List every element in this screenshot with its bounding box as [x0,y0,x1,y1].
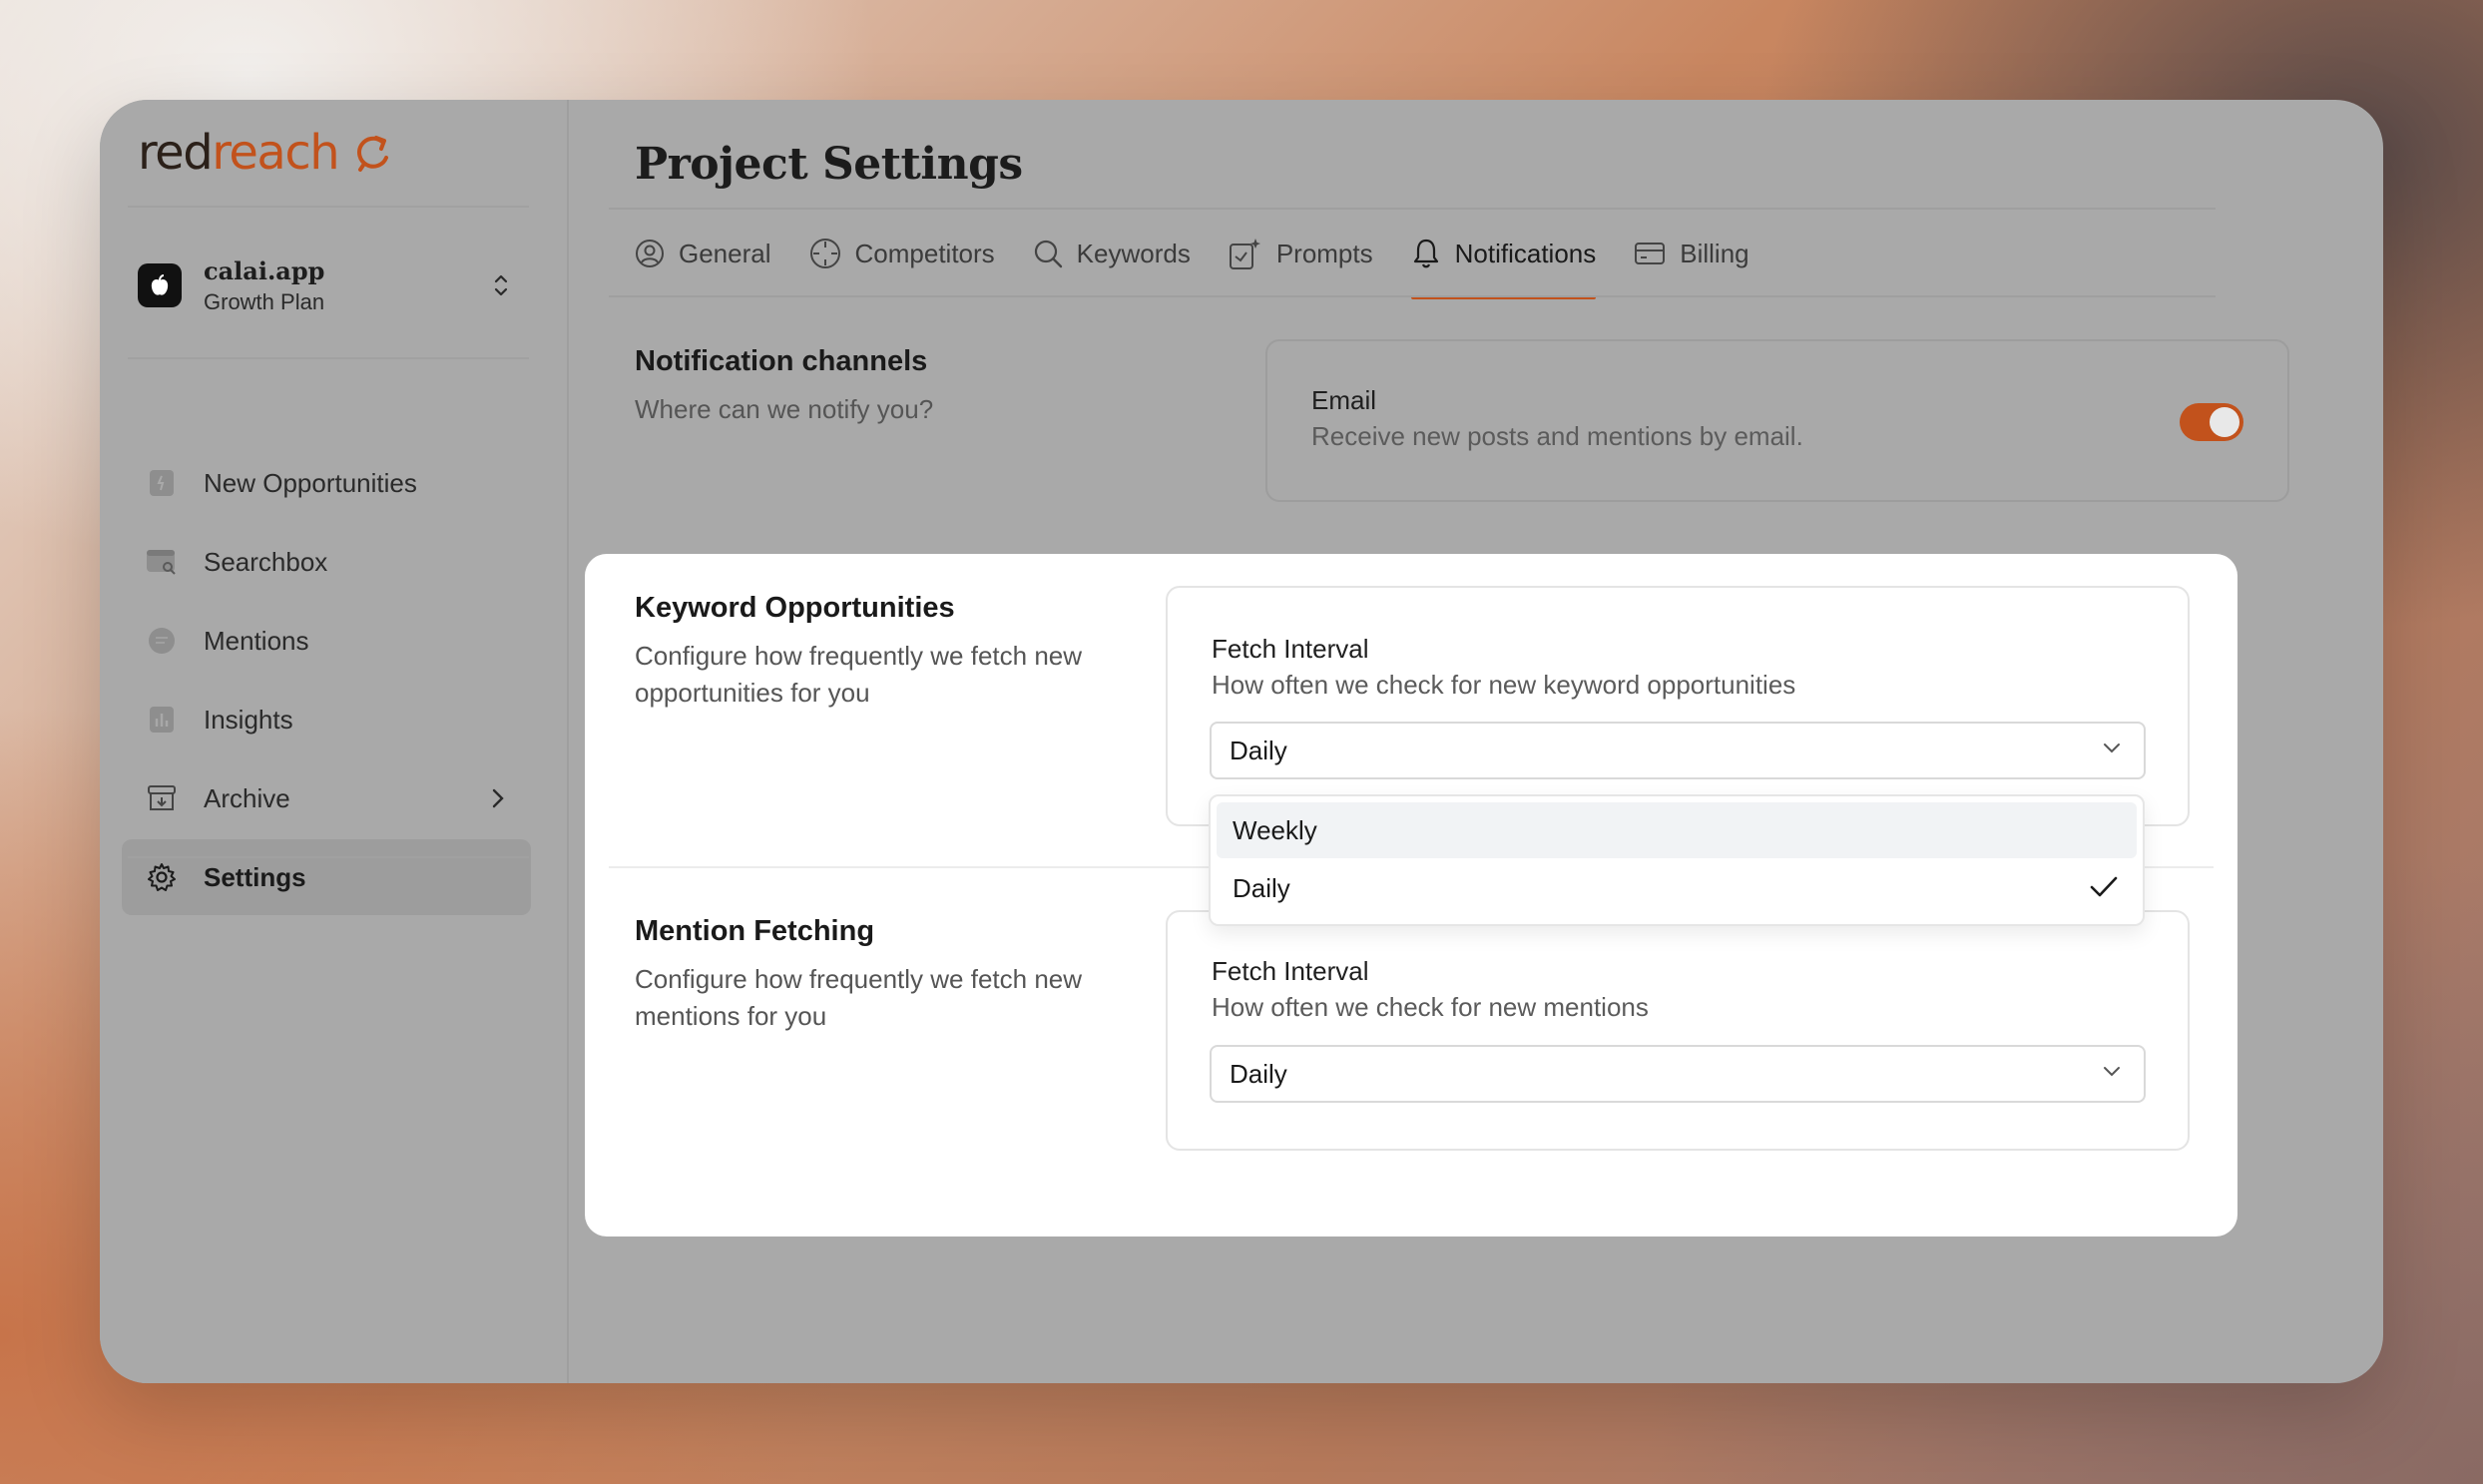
insights-icon [146,704,178,736]
project-switcher[interactable]: calai.app Growth Plan [138,246,531,325]
tab-competitors[interactable]: Competitors [809,210,995,297]
mentions-icon [146,625,178,657]
section-desc-keyword-opportunities: Configure how frequently we fetch new op… [635,641,1083,708]
tab-prompts[interactable]: Prompts [1229,210,1373,297]
sidebar-item-label: Searchbox [204,546,328,577]
check-icon [2090,876,2118,897]
tab-label: Prompts [1275,238,1373,268]
new-opportunities-icon [146,467,178,499]
project-name: calai.app [204,255,325,285]
option-label: Weekly [1233,814,1317,845]
tab-label: General [679,238,771,268]
tabs-divider [609,295,2216,297]
mention-fetch-label: Fetch Interval [1212,956,1369,986]
tab-general[interactable]: General [635,210,771,297]
tab-label: Billing [1680,238,1749,268]
section-title-mention-fetching: Mention Fetching [635,915,875,947]
keyword-fetch-card: Fetch Interval How often we check for ne… [1166,586,2190,826]
apple-icon [151,274,169,295]
tab-label: Keywords [1076,238,1191,268]
sidebar-item-insights[interactable]: Insights [122,682,531,757]
email-label: Email [1311,385,1377,415]
keyword-fetch-label: Fetch Interval [1212,634,1369,664]
sidebar-nav: New Opportunities Searchbox Mentions Ins… [122,445,531,918]
user-circle-icon [636,240,664,267]
sidebar-item-archive[interactable]: Archive [122,760,531,836]
keyword-fetch-interval-select[interactable]: Daily [1210,722,2146,779]
sidebar-divider [128,856,529,858]
project-plan: Growth Plan [204,288,325,314]
keyword-fetch-desc: How often we check for new keyword oppor… [1212,670,1796,700]
dropdown-option-daily[interactable]: Daily [1217,860,2137,916]
dropdown-option-weekly[interactable]: Weekly [1217,802,2137,858]
toggle-knob [2210,407,2239,437]
project-avatar [138,263,182,307]
tab-notifications[interactable]: Notifications [1410,210,1597,299]
settings-tabs: General Competitors Keywords Prompts Not… [635,210,1787,299]
credit-card-icon [1635,243,1666,264]
brand-name-part2: reach [212,125,339,181]
mention-fetch-card: Fetch Interval How often we check for ne… [1166,910,2190,1151]
option-label: Daily [1233,872,1290,903]
email-toggle[interactable] [2180,403,2243,441]
sidebar: redreach calai.app Growth Plan New Oppor… [100,100,569,1383]
section-title-keyword-opportunities: Keyword Opportunities [635,592,955,624]
sidebar-item-mentions[interactable]: Mentions [122,603,531,679]
mention-fetch-interval-select[interactable]: Daily [1210,1045,2146,1103]
chevron-right-icon [492,788,504,808]
email-channel-card: Email Receive new posts and mentions by … [1265,339,2289,502]
sidebar-item-label: New Opportunities [204,467,417,498]
sidebar-divider [128,206,529,208]
archive-icon [146,782,178,814]
mention-fetch-desc: How often we check for new mentions [1212,992,1649,1022]
select-value: Daily [1230,735,1287,765]
bell-icon [1413,239,1438,268]
page-title: Project Settings [635,138,1023,190]
tab-label: Notifications [1454,238,1597,268]
searchbox-icon [146,546,178,578]
search-icon [1034,240,1062,268]
chevron-down-icon [2104,743,2120,753]
refresh-bubble-icon [357,136,389,172]
chevron-down-icon [2104,1067,2120,1077]
brand-name-part1: red [138,125,214,181]
sidebar-item-settings[interactable]: Settings [122,839,531,915]
sidebar-divider [128,357,529,359]
brand-logo[interactable]: redreach [138,118,394,188]
tab-label: Competitors [854,238,995,268]
email-desc: Receive new posts and mentions by email. [1311,421,1803,451]
chevron-up-down-icon [494,274,508,296]
app-window: redreach calai.app Growth Plan New Oppor… [100,100,2383,1383]
interval-dropdown-menu: Weekly Daily [1209,794,2145,926]
section-desc-mention-fetching: Configure how frequently we fetch new me… [635,964,1083,1031]
sparkle-icon [1229,239,1260,269]
crosshair-icon [809,239,840,268]
gear-icon [146,861,178,893]
section-desc-notification-channels: Where can we notify you? [635,394,934,424]
sidebar-item-label: Insights [204,704,293,735]
sidebar-item-new-opportunities[interactable]: New Opportunities [122,445,531,521]
tab-billing[interactable]: Billing [1634,210,1749,297]
section-title-notification-channels: Notification channels [635,345,928,377]
sidebar-item-label: Mentions [204,625,309,656]
select-value: Daily [1230,1058,1287,1089]
sidebar-item-label: Archive [204,782,290,813]
tab-keywords[interactable]: Keywords [1033,210,1191,297]
sidebar-item-label: Settings [204,861,306,892]
sidebar-item-searchbox[interactable]: Searchbox [122,524,531,600]
